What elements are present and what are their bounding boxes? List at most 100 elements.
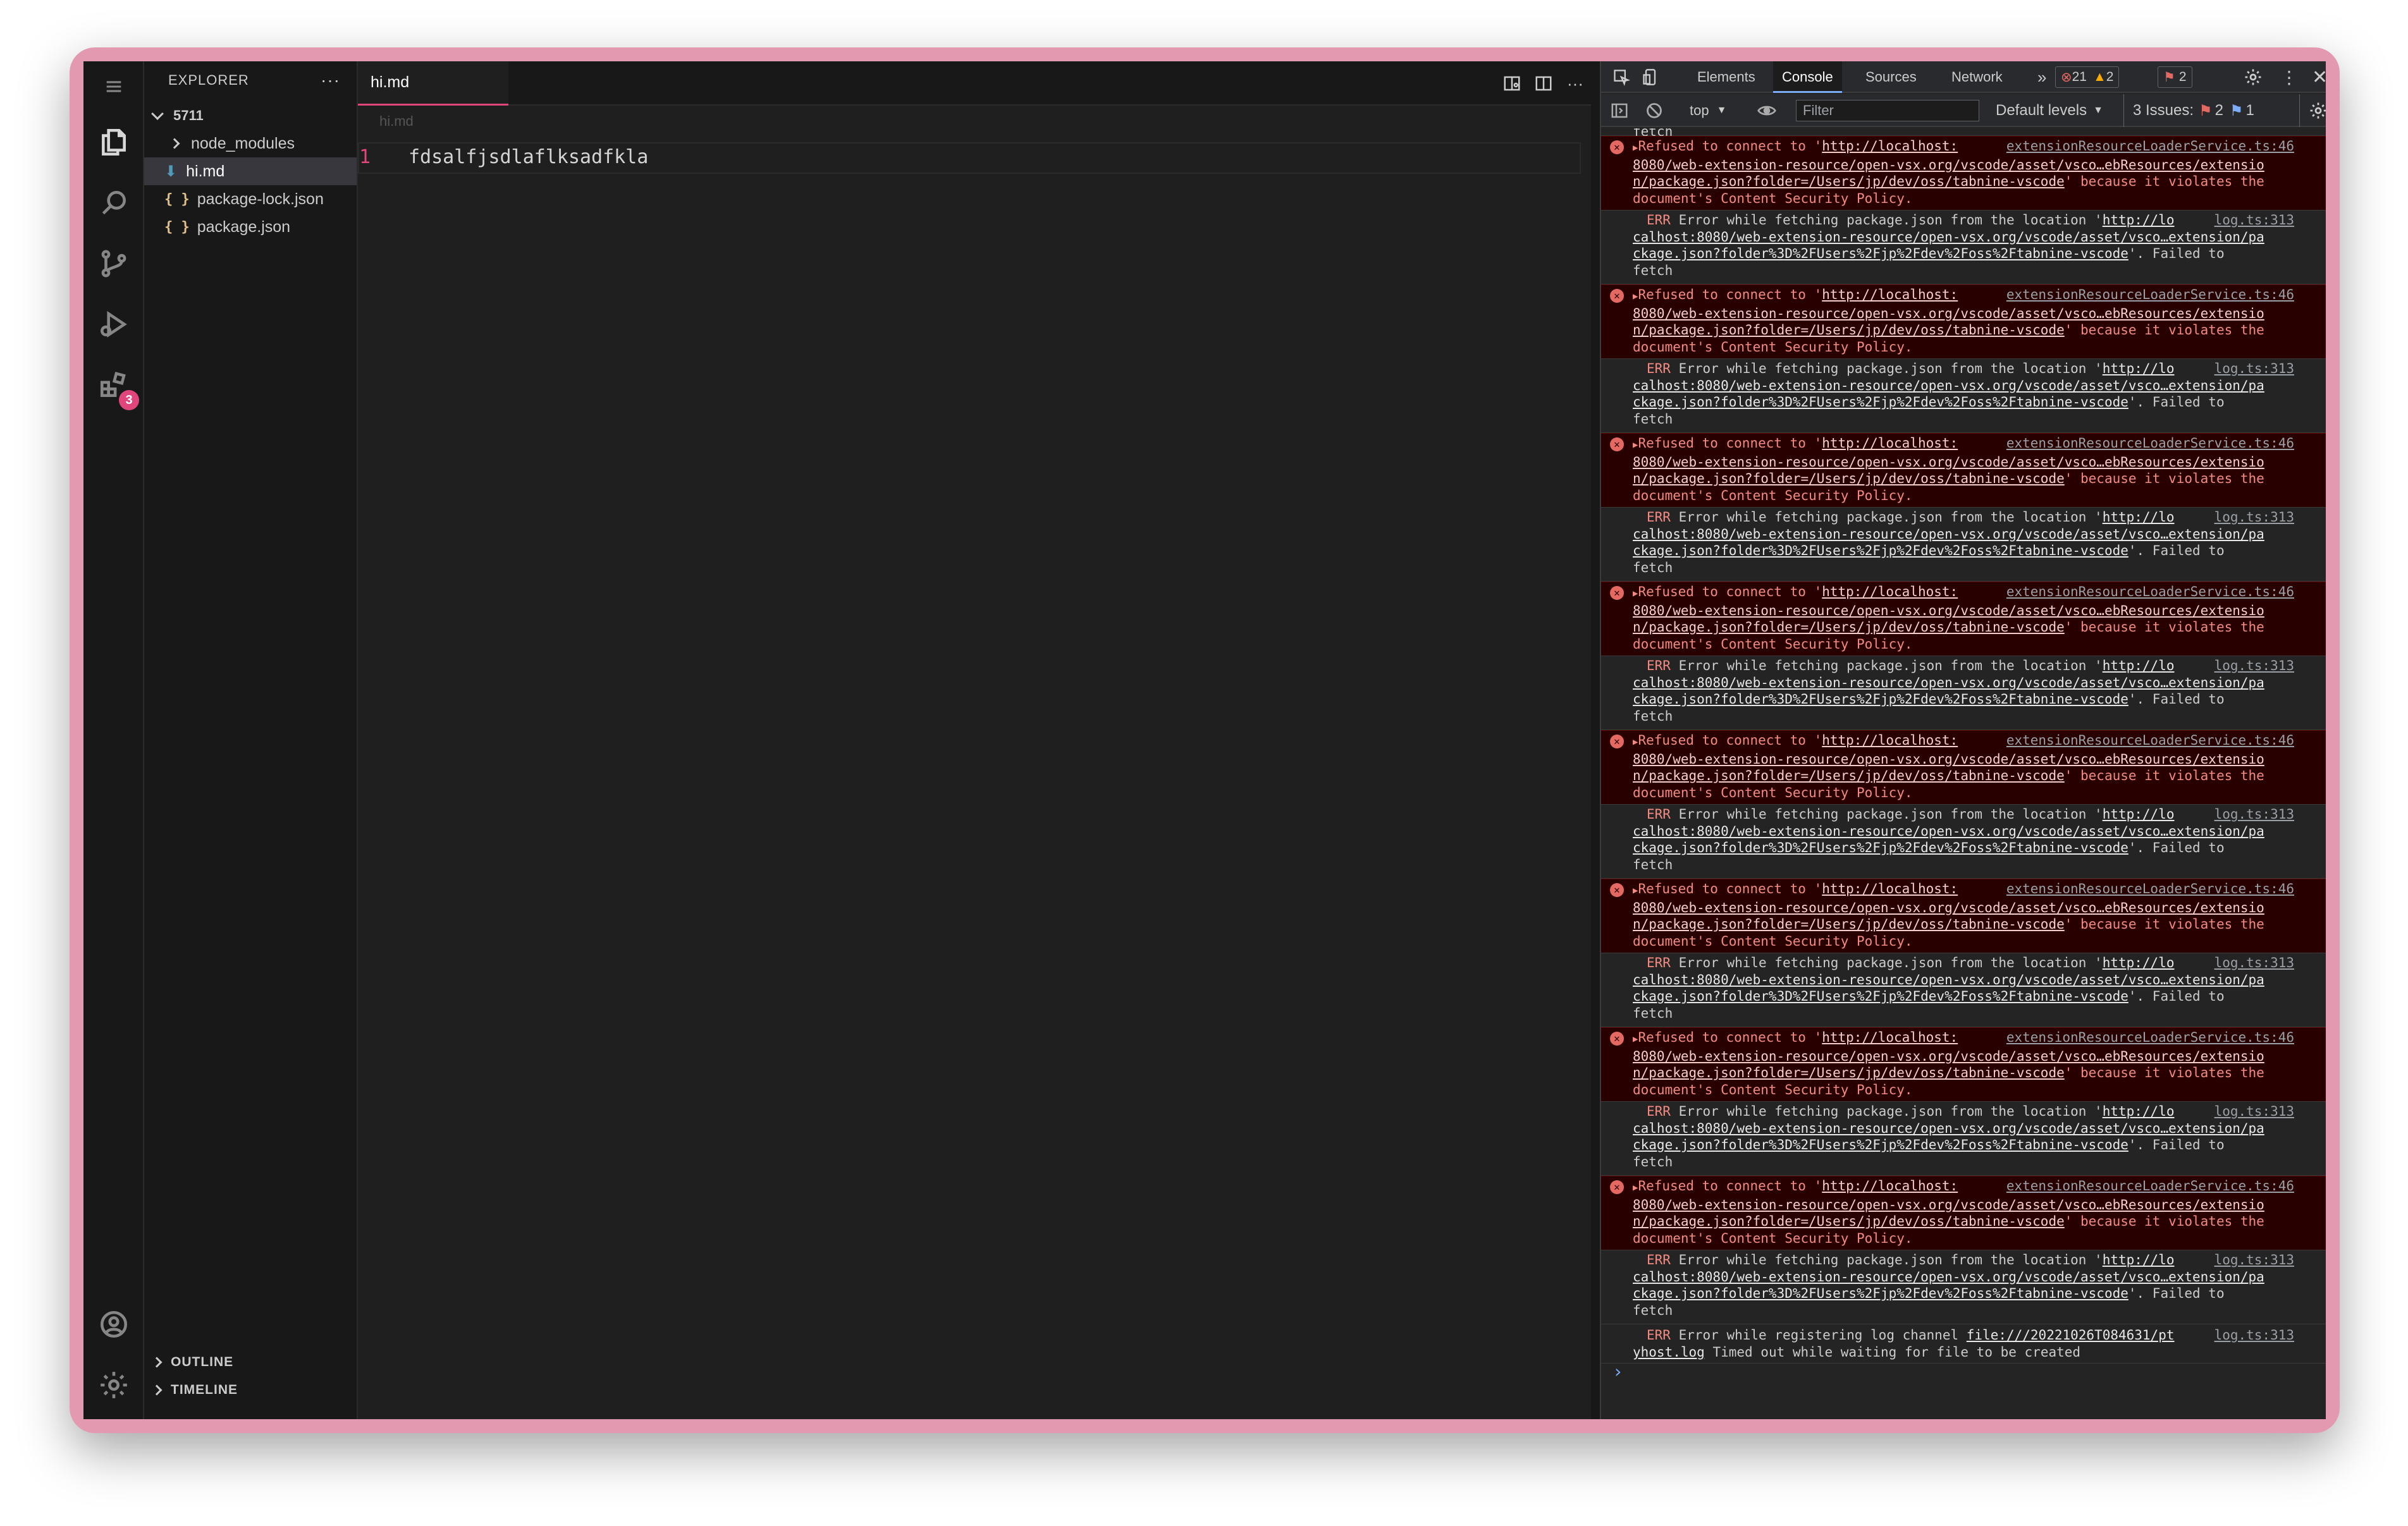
- accounts-icon[interactable]: [83, 1294, 144, 1355]
- err-link[interactable]: calhost:8080/web-extension-resource/open…: [1633, 1121, 2264, 1136]
- run-debug-icon[interactable]: [83, 294, 144, 355]
- err-link[interactable]: http://lo: [2103, 1252, 2175, 1267]
- more-tabs-icon[interactable]: »: [2029, 61, 2055, 93]
- log-entry-refused[interactable]: ✕ ▶Refused to connect to 'http://localho…: [1601, 433, 2326, 508]
- err-link[interactable]: http://lo: [2103, 510, 2175, 525]
- issues-counter[interactable]: ⚑ 2: [2158, 66, 2192, 88]
- err-link[interactable]: http://lo: [2103, 361, 2175, 376]
- refused-link[interactable]: http://localhost:: [1822, 584, 1958, 599]
- tree-item-package-lock[interactable]: { } package-lock.json: [144, 185, 357, 213]
- err-link[interactable]: ckage.json?folder%3D%2FUsers%2Fjp%2Fdev%…: [1633, 989, 2128, 1004]
- err-link[interactable]: http://lo: [2103, 212, 2175, 228]
- refused-link[interactable]: n/package.json?folder=/Users/jp/dev/oss/…: [1633, 471, 2065, 486]
- refused-link[interactable]: 8080/web-extension-resource/open-vsx.org…: [1633, 603, 2264, 618]
- err-source-link[interactable]: log.ts:313: [2214, 806, 2294, 823]
- refused-link[interactable]: http://localhost:: [1822, 1030, 1958, 1045]
- log-entry-fetch-error[interactable]: ERR Error while fetching package.json fr…: [1601, 1102, 2326, 1176]
- refused-link[interactable]: http://localhost:: [1822, 733, 1958, 748]
- console-log[interactable]: fetch ✕ ▶Refused to connect to 'http://l…: [1601, 128, 2326, 1419]
- refused-source-link[interactable]: extensionResourceLoaderService.ts:46: [2006, 435, 2294, 452]
- err-source-link[interactable]: log.ts:313: [2214, 212, 2294, 229]
- settings-gear-icon[interactable]: [83, 1355, 144, 1415]
- err-link[interactable]: http://lo: [2103, 807, 2175, 822]
- err-link[interactable]: ckage.json?folder%3D%2FUsers%2Fjp%2Fdev%…: [1633, 840, 2128, 855]
- error-warning-counter[interactable]: ⊗ 21 ▲ 2: [2055, 66, 2120, 88]
- refused-link[interactable]: http://localhost:: [1822, 1178, 1958, 1193]
- err-source-link[interactable]: log.ts:313: [2214, 657, 2294, 674]
- log-entry-refused[interactable]: ✕ ▶Refused to connect to 'http://localho…: [1601, 136, 2326, 211]
- device-toolbar-icon[interactable]: [1633, 61, 1668, 93]
- refused-link[interactable]: 8080/web-extension-resource/open-vsx.org…: [1633, 157, 2264, 173]
- err-link[interactable]: ckage.json?folder%3D%2FUsers%2Fjp%2Fdev%…: [1633, 1137, 2128, 1152]
- log-entry-refused[interactable]: ✕ ▶Refused to connect to 'http://localho…: [1601, 284, 2326, 359]
- err-source-link[interactable]: log.ts:313: [2214, 360, 2294, 377]
- err-link[interactable]: http://lo: [2103, 658, 2175, 673]
- log-entry-fetch-error[interactable]: ERR Error while fetching package.json fr…: [1601, 1250, 2326, 1324]
- refused-link[interactable]: http://localhost:: [1822, 138, 1958, 154]
- source-control-icon[interactable]: [83, 233, 144, 294]
- refused-link[interactable]: 8080/web-extension-resource/open-vsx.org…: [1633, 752, 2264, 767]
- clear-console-icon[interactable]: [1645, 94, 1663, 127]
- refused-link[interactable]: n/package.json?folder=/Users/jp/dev/oss/…: [1633, 620, 2065, 635]
- err-source-link[interactable]: log.ts:313: [2214, 1103, 2294, 1120]
- console-prompt[interactable]: ›: [1601, 1363, 2326, 1393]
- close-devtools-icon[interactable]: ✕: [2303, 61, 2326, 93]
- err-link[interactable]: calhost:8080/web-extension-resource/open…: [1633, 229, 2264, 245]
- refused-link[interactable]: n/package.json?folder=/Users/jp/dev/oss/…: [1633, 917, 2065, 932]
- explorer-icon[interactable]: [83, 112, 144, 173]
- err-link[interactable]: ckage.json?folder%3D%2FUsers%2Fjp%2Fdev%…: [1633, 1286, 2128, 1301]
- tab-console[interactable]: Console: [1773, 61, 1842, 93]
- log-entry-fetch-error[interactable]: ERR Error while fetching package.json fr…: [1601, 805, 2326, 879]
- refused-source-link[interactable]: extensionResourceLoaderService.ts:46: [2006, 1178, 2294, 1195]
- err-source-link[interactable]: log.ts:313: [2214, 1327, 2294, 1344]
- refused-link[interactable]: http://localhost:: [1822, 436, 1958, 451]
- issues-button[interactable]: 3 Issues: ⚑ 2 ⚑ 1: [2123, 94, 2254, 127]
- err-link[interactable]: ckage.json?folder%3D%2FUsers%2Fjp%2Fdev%…: [1633, 692, 2128, 707]
- err-link[interactable]: calhost:8080/web-extension-resource/open…: [1633, 972, 2264, 987]
- refused-link[interactable]: n/package.json?folder=/Users/jp/dev/oss/…: [1633, 322, 2065, 338]
- err-link[interactable]: ckage.json?folder%3D%2FUsers%2Fjp%2Fdev%…: [1633, 543, 2128, 558]
- refused-link[interactable]: http://localhost:: [1822, 287, 1958, 302]
- sidebar-toggle-icon[interactable]: [1610, 94, 1629, 127]
- context-select[interactable]: top ▼: [1690, 94, 1726, 127]
- folder-root[interactable]: 5711: [144, 102, 357, 130]
- log-entry-fetch-error[interactable]: ERR Error while fetching package.json fr…: [1601, 359, 2326, 433]
- err-link[interactable]: ckage.json?folder%3D%2FUsers%2Fjp%2Fdev%…: [1633, 394, 2128, 410]
- log-entry-fetch-error[interactable]: ERR Error while fetching package.json fr…: [1601, 656, 2326, 730]
- tree-item-node-modules[interactable]: node_modules: [144, 130, 357, 157]
- log-entry-fetch-error[interactable]: ERR Error while fetching package.json fr…: [1601, 953, 2326, 1027]
- err-link[interactable]: calhost:8080/web-extension-resource/open…: [1633, 527, 2264, 542]
- refused-source-link[interactable]: extensionResourceLoaderService.ts:46: [2006, 1029, 2294, 1046]
- refused-link[interactable]: 8080/web-extension-resource/open-vsx.org…: [1633, 1197, 2264, 1212]
- refused-source-link[interactable]: extensionResourceLoaderService.ts:46: [2006, 583, 2294, 601]
- breadcrumb[interactable]: hi.md: [379, 113, 414, 130]
- log-entry-fetch-error[interactable]: ERR Error while fetching package.json fr…: [1601, 508, 2326, 582]
- refused-link[interactable]: 8080/web-extension-resource/open-vsx.org…: [1633, 900, 2264, 915]
- refused-link[interactable]: http://localhost:: [1822, 881, 1958, 896]
- err-source-link[interactable]: log.ts:313: [2214, 955, 2294, 972]
- refused-source-link[interactable]: extensionResourceLoaderService.ts:46: [2006, 138, 2294, 155]
- refused-link[interactable]: n/package.json?folder=/Users/jp/dev/oss/…: [1633, 174, 2065, 189]
- console-settings-icon[interactable]: [2299, 94, 2326, 127]
- err-link[interactable]: calhost:8080/web-extension-resource/open…: [1633, 1269, 2264, 1285]
- search-icon[interactable]: [83, 173, 144, 233]
- refused-link[interactable]: n/package.json?folder=/Users/jp/dev/oss/…: [1633, 1065, 2065, 1080]
- refused-source-link[interactable]: extensionResourceLoaderService.ts:46: [2006, 881, 2294, 898]
- outline-section[interactable]: OUTLINE: [144, 1348, 357, 1376]
- err-link[interactable]: http://lo: [2103, 955, 2175, 970]
- tab-sources[interactable]: Sources: [1857, 61, 1926, 93]
- refused-link[interactable]: 8080/web-extension-resource/open-vsx.org…: [1633, 455, 2264, 470]
- devtools-more-icon[interactable]: ⋮: [2271, 61, 2307, 93]
- timeline-section[interactable]: TIMELINE: [144, 1376, 357, 1404]
- open-preview-icon[interactable]: [1500, 71, 1524, 95]
- refused-link[interactable]: 8080/web-extension-resource/open-vsx.org…: [1633, 306, 2264, 321]
- live-expression-eye-icon[interactable]: [1757, 94, 1777, 127]
- refused-source-link[interactable]: extensionResourceLoaderService.ts:46: [2006, 286, 2294, 303]
- devtools-settings-icon[interactable]: [2235, 61, 2271, 93]
- tab-elements[interactable]: Elements: [1688, 61, 1764, 93]
- tree-item-package-json[interactable]: { } package.json: [144, 213, 357, 241]
- refused-link[interactable]: n/package.json?folder=/Users/jp/dev/oss/…: [1633, 768, 2065, 783]
- log-levels-select[interactable]: Default levels ▼: [1996, 94, 2103, 127]
- refused-source-link[interactable]: extensionResourceLoaderService.ts:46: [2006, 732, 2294, 749]
- extensions-icon[interactable]: 3: [83, 355, 144, 415]
